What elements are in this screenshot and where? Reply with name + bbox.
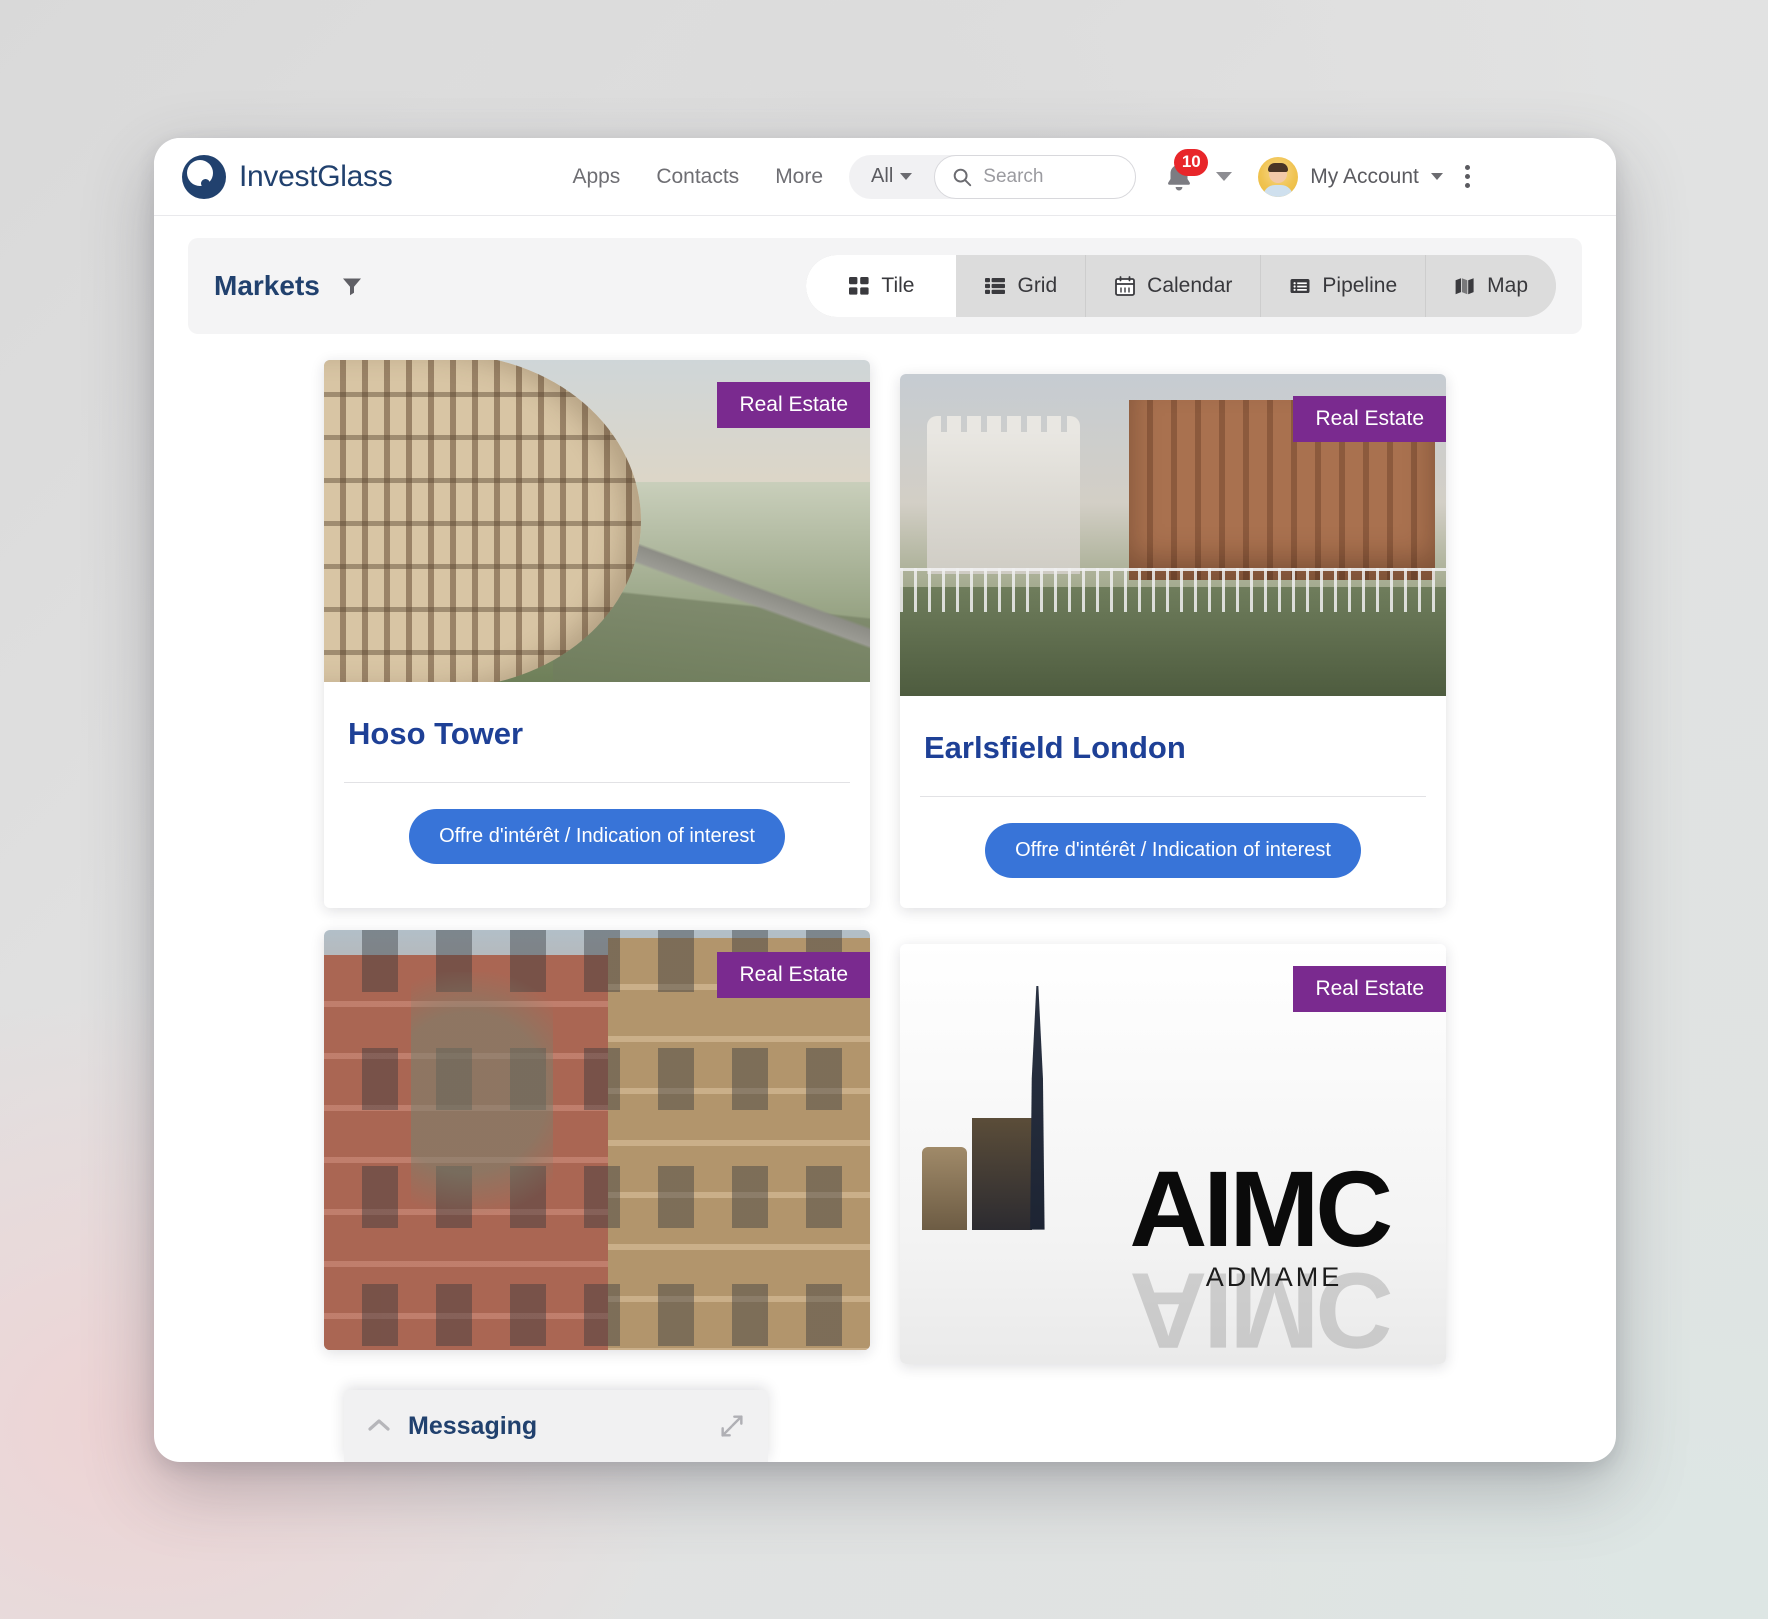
account-menu[interactable]: My Account <box>1258 156 1443 197</box>
card-title: Earlsfield London <box>924 730 1186 765</box>
chevron-up-icon[interactable] <box>366 1417 392 1435</box>
view-mode-tabs: Tile Grid Calendar Pipeline Map <box>806 255 1556 317</box>
brand-name: InvestGlass <box>239 159 393 193</box>
tab-pipeline-label: Pipeline <box>1322 274 1398 297</box>
aimc-logo-subtext: ADMAME <box>1205 1261 1343 1292</box>
nav-item-apps[interactable]: Apps <box>572 165 620 189</box>
messaging-title: Messaging <box>408 1411 538 1440</box>
notifications-button[interactable]: 10 <box>1162 148 1209 197</box>
indication-of-interest-button[interactable]: Offre d'intérêt / Indication of interest <box>985 823 1361 878</box>
list-grid-icon <box>984 275 1006 297</box>
category-badge: Real Estate <box>717 952 870 998</box>
market-card[interactable]: Real Estate <box>324 930 870 1350</box>
tab-tile-label: Tile <box>881 274 915 297</box>
card-image: Real Estate <box>324 930 870 1350</box>
market-card[interactable]: Real Estate Hoso Tower Offre d'intérêt /… <box>324 360 870 908</box>
market-card[interactable]: AIMC AIMC ADMAME Real Estate <box>900 944 1446 1364</box>
nav-item-more[interactable]: More <box>775 165 823 189</box>
investglass-circle-logo-icon <box>182 154 226 199</box>
tab-tile[interactable]: Tile <box>806 255 957 317</box>
page-content: Markets Tile Grid Calendar Pipeline Map … <box>154 238 1616 1364</box>
tab-map[interactable]: Map <box>1426 255 1556 317</box>
chevron-down-icon <box>900 173 913 180</box>
app-window: InvestGlass Apps Contacts More All 1 <box>154 138 1616 1462</box>
brand-logo-link[interactable]: InvestGlass <box>182 154 393 199</box>
avatar <box>1258 156 1299 197</box>
tab-calendar-label: Calendar <box>1147 274 1233 297</box>
category-badge: Real Estate <box>1293 966 1446 1012</box>
search-field[interactable] <box>934 154 1137 199</box>
page-title: Markets <box>214 270 320 301</box>
messaging-dock[interactable]: Messaging <box>344 1390 768 1462</box>
search-icon <box>951 166 973 188</box>
kebab-menu-icon[interactable] <box>1464 165 1470 188</box>
card-image: AIMC AIMC ADMAME Real Estate <box>900 944 1446 1364</box>
search-scope-dropdown[interactable]: All <box>871 165 934 188</box>
market-card[interactable]: Real Estate Earlsfield London Offre d'in… <box>900 374 1446 908</box>
calendar-icon <box>1114 275 1136 297</box>
aimc-logo-text: AIMC <box>1129 1148 1393 1270</box>
tab-grid[interactable]: Grid <box>956 255 1087 317</box>
notification-count-badge: 10 <box>1174 148 1209 176</box>
tab-map-label: Map <box>1487 274 1528 297</box>
account-chevron-down-icon <box>1430 173 1443 180</box>
markets-card-grid: Real Estate Hoso Tower Offre d'intérêt /… <box>188 360 1582 1364</box>
card-image: Real Estate <box>324 360 870 682</box>
nav-item-contacts[interactable]: Contacts <box>656 165 739 189</box>
search-scope-label: All <box>871 165 894 187</box>
map-folded-icon <box>1454 275 1476 297</box>
tab-calendar[interactable]: Calendar <box>1086 255 1262 317</box>
markets-toolbar: Markets Tile Grid Calendar Pipeline Map <box>188 238 1582 334</box>
filter-funnel-icon[interactable] <box>340 274 364 298</box>
pipeline-list-icon <box>1289 275 1311 297</box>
tab-grid-label: Grid <box>1017 274 1058 297</box>
expand-diagonal-icon[interactable] <box>718 1412 746 1440</box>
card-title: Hoso Tower <box>348 716 524 751</box>
tab-pipeline[interactable]: Pipeline <box>1261 255 1427 317</box>
card-action-row: Offre d'intérêt / Indication of interest <box>900 797 1446 908</box>
main-navigation: Apps Contacts More <box>572 165 823 189</box>
category-badge: Real Estate <box>717 382 870 428</box>
card-image: Real Estate <box>900 374 1446 696</box>
category-badge: Real Estate <box>1293 396 1446 442</box>
notifications-chevron-down-icon[interactable] <box>1216 172 1233 181</box>
card-action-row: Offre d'intérêt / Indication of interest <box>324 783 870 894</box>
indication-of-interest-button[interactable]: Offre d'intérêt / Indication of interest <box>409 809 785 864</box>
search-input[interactable] <box>983 165 1124 188</box>
search-area: All <box>849 154 1137 199</box>
tile-grid-icon <box>848 275 870 297</box>
top-header-bar: InvestGlass Apps Contacts More All 1 <box>154 138 1616 216</box>
account-name-label: My Account <box>1310 164 1419 188</box>
